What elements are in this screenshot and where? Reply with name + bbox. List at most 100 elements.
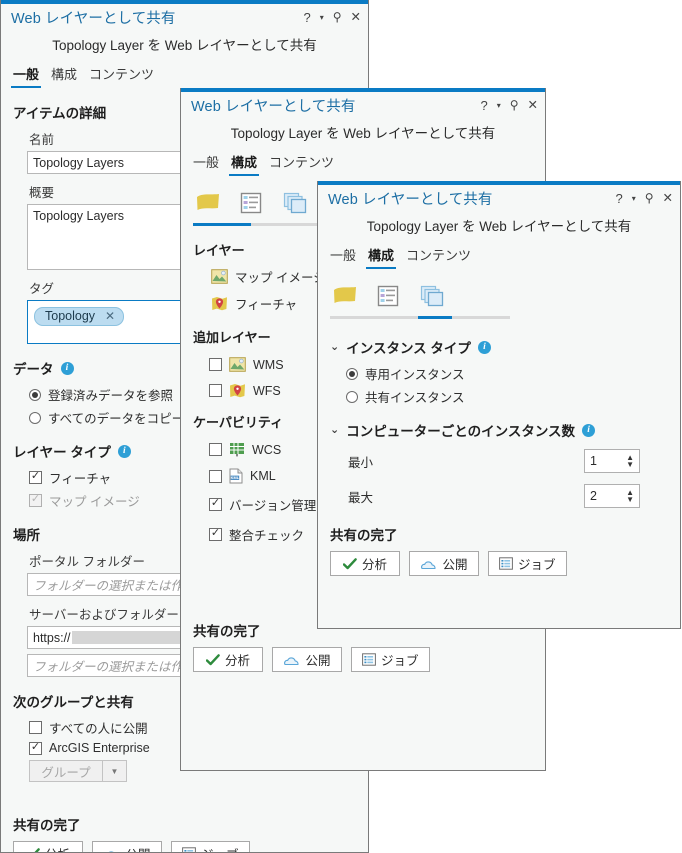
instance-shared-option[interactable]: 共有インスタンス [346,387,668,406]
data-header: データ [13,362,54,377]
titlebar: Web レイヤーとして共有 ? ▾ ⚲ ✕ [318,185,680,211]
jobs-list-icon [362,653,376,666]
radio-icon [29,388,41,401]
jobs-list-icon [182,847,196,852]
configuration-subtab-strip [330,269,668,311]
analyze-label: 分析 [224,654,250,668]
tab-general[interactable]: 一般 [193,152,219,176]
publish-button[interactable]: 公開 [92,841,162,852]
stepper-arrows[interactable]: ▲ ▼ [626,454,639,469]
configuration-properties-icon[interactable] [374,281,404,311]
info-icon[interactable]: i [117,444,131,458]
map-image-icon [229,357,246,372]
chevron-down-icon[interactable]: ▾ [497,102,501,110]
configuration-pooling-icon[interactable] [418,281,448,311]
close-icon[interactable]: ✕ [351,11,361,24]
jobs-list-icon [499,557,513,570]
tab-content[interactable]: コンテンツ [89,64,154,88]
tag-chip-label: Topology [45,309,96,323]
stepper-down-icon: ▼ [626,495,634,504]
help-icon[interactable]: ? [480,99,487,112]
chevron-down-icon[interactable]: ▾ [320,14,324,22]
capability-version-label: バージョン管理 [229,499,317,513]
layer-mapimage-label: マップ イメージ [235,271,326,285]
server-folder-placeholder: フォルダーの選択または作成 [33,660,196,674]
action-buttons: 分析 公開 ジョブ [330,551,668,576]
share-web-layer-dialog-pooling[interactable]: Web レイヤーとして共有 ? ▾ ⚲ ✕ Topology Layer を W… [317,181,681,629]
capability-validate-label: 整合チェック [229,529,305,543]
cloud-icon [108,850,115,852]
tab-configuration[interactable]: 構成 [51,64,77,88]
chevron-down-icon[interactable]: ▾ [632,195,636,203]
checkbox-icon [29,721,42,734]
checkbox-icon[interactable] [209,469,222,483]
publish-button[interactable]: 公開 [409,551,479,576]
min-instances-stepper[interactable]: 1 ▲ ▼ [584,449,640,473]
info-icon[interactable]: i [60,361,74,375]
layer-type-header: レイヤー タイプ [13,445,111,460]
analyze-button[interactable]: 分析 [330,551,400,576]
pin-icon[interactable]: ⚲ [510,99,519,111]
titlebar: Web レイヤーとして共有 ? ▾ ⚲ ✕ [1,4,368,30]
share-everyone-label: すべての人に公開 [49,722,148,736]
max-instances-row: 最大 2 ▲ ▼ [330,484,668,508]
checkbox-icon[interactable] [209,443,222,456]
instance-dedicated-option[interactable]: 専用インスタンス [346,364,668,383]
dialog-subtitle: Topology Layer を Web レイヤーとして共有 [230,126,496,141]
pin-icon[interactable]: ⚲ [333,11,342,23]
stepper-arrows[interactable]: ▲ ▼ [626,489,639,504]
configuration-properties-icon[interactable] [237,188,267,218]
instances-per-machine-header-row: ⌄ コンピューターごとのインスタンス数 i [330,420,668,440]
jobs-label: ジョブ [201,844,239,852]
summary-value: Topology Layers [33,209,125,223]
layer-type-mapimage-label: マップ イメージ [49,495,140,509]
radio-icon [29,411,41,424]
name-value: Topology Layers [33,155,125,170]
tab-content[interactable]: コンテンツ [269,152,334,176]
subtab-active-indicator [418,316,452,319]
checkbox-icon[interactable] [209,358,222,371]
publish-label: 公開 [305,654,331,668]
instance-dedicated-label: 専用インスタンス [365,368,465,382]
analyze-label: 分析 [45,844,70,852]
info-icon[interactable]: i [477,340,491,354]
chevron-down-icon[interactable]: ⌄ [330,423,339,436]
pin-icon[interactable]: ⚲ [645,192,654,204]
publish-button[interactable]: 公開 [272,647,342,672]
max-instances-stepper[interactable]: 2 ▲ ▼ [584,484,640,508]
publish-label: 公開 [442,558,468,572]
analyze-button[interactable]: 分析 [193,647,263,672]
data-option-reference-label: 登録済みデータを参照 [48,389,174,403]
configuration-layer-icon[interactable] [330,281,360,311]
data-option-copy-label: すべてのデータをコピー [48,412,185,426]
chevron-down-icon[interactable]: ⌄ [330,340,339,353]
jobs-button[interactable]: ジョブ [351,647,430,672]
configuration-layer-icon[interactable] [193,188,223,218]
jobs-button[interactable]: ジョブ [488,551,567,576]
action-buttons: 分析 公開 ジョブ [193,647,533,672]
checkbox-icon[interactable] [209,384,222,397]
checkbox-icon[interactable]: ✓ [209,528,222,541]
tab-general[interactable]: 一般 [10,64,42,88]
tab-general[interactable]: 一般 [330,245,356,269]
tag-remove-icon[interactable]: ✕ [105,309,115,323]
configuration-pooling-icon[interactable] [281,188,311,218]
info-icon[interactable]: i [582,423,596,437]
close-icon[interactable]: ✕ [663,192,673,205]
share-enterprise-label: ArcGIS Enterprise [49,741,150,755]
close-icon[interactable]: ✕ [528,99,538,112]
tab-configuration[interactable]: 構成 [366,245,397,269]
window-title: Web レイヤーとして共有 [11,10,176,27]
checkbox-icon: ✓ [29,470,42,484]
jobs-button[interactable]: ジョブ [171,841,250,852]
help-icon[interactable]: ? [615,192,622,205]
finish-header: 共有の完了 [330,528,398,543]
tag-chip[interactable]: Topology ✕ [34,307,125,326]
titlebar: Web レイヤーとして共有 ? ▾ ⚲ ✕ [181,92,545,118]
checkbox-icon[interactable]: ✓ [209,498,222,511]
tab-configuration[interactable]: 構成 [229,152,260,176]
dialog-subtitle: Topology Layer を Web レイヤーとして共有 [366,219,632,234]
tab-content[interactable]: コンテンツ [406,245,471,269]
help-icon[interactable]: ? [303,11,310,24]
analyze-button[interactable]: 分析 [13,841,83,852]
